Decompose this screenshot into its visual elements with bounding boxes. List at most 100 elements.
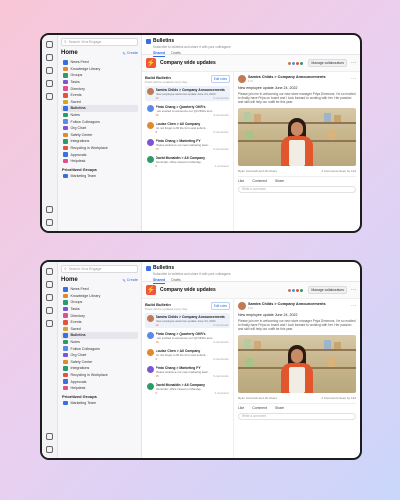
more-options-icon[interactable]: ···: [351, 287, 356, 293]
list-item[interactable]: Pinto Chang > Quarterly OKR's I am excite…: [145, 103, 230, 118]
avatar[interactable]: [299, 60, 305, 66]
sidebar-item-directory[interactable]: Directory: [61, 85, 138, 92]
settings-icon[interactable]: [46, 219, 53, 226]
group-item-marketing-team[interactable]: Marketing Team: [61, 400, 138, 407]
page-title: Bulletins: [153, 265, 175, 271]
app-window-top: ⚲ Search Viva Engage Home ✎ Create News F…: [40, 33, 362, 233]
group-item-marketing-team[interactable]: Marketing Team: [61, 173, 138, 180]
post-more-icon[interactable]: ···: [351, 303, 356, 309]
sidebar-item-groups[interactable]: Groups: [61, 299, 138, 306]
sidebar-item-org-chart[interactable]: Org Chart: [61, 125, 138, 132]
list-item[interactable]: Samira Childs > Company Announcements New…: [145, 86, 230, 101]
sidebar-item-notes[interactable]: Notes: [61, 112, 138, 119]
settings-icon[interactable]: [46, 446, 53, 453]
files-icon[interactable]: [46, 320, 53, 327]
sidebar-item-helpdesk[interactable]: Helpdesk: [61, 385, 138, 392]
post-meta: 6 1 comment: [156, 164, 229, 168]
sidebar-item-follow-colleagues[interactable]: Follow Colleagues: [61, 118, 138, 125]
create-button[interactable]: ✎ Create: [122, 51, 138, 56]
app-window-bottom: ⚲ Search Viva Engage Home ✎ Create News F…: [40, 260, 362, 460]
tab-shared[interactable]: Shared: [153, 51, 166, 57]
sidebar-item-events[interactable]: Events: [61, 319, 138, 326]
list-item[interactable]: Louise Chen > All Company Do not forget t…: [145, 347, 230, 362]
list-item[interactable]: David Munaldin > All Company Reminder: of…: [145, 154, 230, 169]
sidebar-item-saved[interactable]: Saved: [61, 99, 138, 106]
sidebar-item-follow-colleagues[interactable]: Follow Colleagues: [61, 345, 138, 352]
list-item[interactable]: David Munaldin > All Company Reminder: of…: [145, 381, 230, 396]
sidebar-item-recycling-in-workplace[interactable]: Recycling in Workplace: [61, 145, 138, 152]
manage-collaborators-button[interactable]: Manage collaborators: [308, 286, 347, 294]
files-icon[interactable]: [46, 93, 53, 100]
share-button[interactable]: Share: [275, 406, 284, 410]
sidebar-item-bulletins[interactable]: Bulletins: [61, 332, 138, 339]
sidebar-item-helpdesk[interactable]: Helpdesk: [61, 158, 138, 165]
chat-icon[interactable]: [46, 268, 53, 275]
share-button[interactable]: Share: [275, 179, 284, 183]
sidebar-item-events[interactable]: Events: [61, 92, 138, 99]
more-options-icon[interactable]: ···: [351, 60, 356, 66]
sidebar-item-bulletins[interactable]: Bulletins: [61, 105, 138, 112]
reaction-summary[interactable]: Ryan Cormack and 16 others: [238, 169, 277, 173]
sidebar-item-integrations[interactable]: Integrations: [61, 365, 138, 372]
edit-rules-button[interactable]: Edit rules: [210, 75, 230, 83]
sidebar-item-safety-center[interactable]: Safety Center: [61, 132, 138, 139]
bell-icon[interactable]: [46, 54, 53, 61]
search-input[interactable]: ⚲ Search Viva Engage: [61, 38, 138, 46]
sidebar-item-label: Follow Colleagues: [70, 346, 100, 351]
avatar[interactable]: [299, 287, 305, 293]
search-icon: ⚲: [64, 267, 67, 271]
comment-button[interactable]: Comment: [252, 179, 267, 183]
like-button[interactable]: Like: [238, 179, 244, 183]
reaction-summary[interactable]: Ryan Cormack and 16 others: [238, 396, 277, 400]
sidebar-item-safety-center[interactable]: Safety Center: [61, 359, 138, 366]
post-more-icon[interactable]: ···: [351, 76, 356, 82]
chat-icon[interactable]: [46, 41, 53, 48]
sidebar-item-tasks[interactable]: Tasks: [61, 306, 138, 313]
community-icon[interactable]: [46, 294, 53, 301]
edit-rules-button[interactable]: Edit rules: [210, 302, 230, 310]
create-button[interactable]: ✎ Create: [122, 278, 138, 283]
avatar[interactable]: [238, 302, 246, 310]
sidebar-item-directory[interactable]: Directory: [61, 312, 138, 319]
tab-drafts[interactable]: Drafts: [171, 51, 181, 57]
sidebar-item-org-chart[interactable]: Org Chart: [61, 352, 138, 359]
sidebar-item-saved[interactable]: Saved: [61, 326, 138, 333]
left-nav: ⚲ Search Viva Engage Home ✎ Create News F…: [58, 262, 142, 458]
list-item[interactable]: Pinto Chang > Marketing FY Please welcome…: [145, 364, 230, 379]
comment-input[interactable]: Write a comment: [238, 185, 356, 193]
list-item[interactable]: Pinto Chang > Marketing FY Please welcome…: [145, 137, 230, 152]
list-item[interactable]: Louise Chen > All Company Do not forget t…: [145, 120, 230, 135]
help-icon[interactable]: [46, 206, 53, 213]
list-item[interactable]: Pinto Chang > Quarterly OKR's I am excite…: [145, 330, 230, 345]
comment-button[interactable]: Comment: [252, 406, 267, 410]
sidebar-item-knowledge-library[interactable]: Knowledge Library: [61, 293, 138, 300]
help-icon[interactable]: [46, 433, 53, 440]
like-button[interactable]: Like: [238, 406, 244, 410]
sidebar-item-approvals[interactable]: Approvals: [61, 151, 138, 158]
comment-count: 3 comments: [213, 322, 229, 327]
sidebar-item-groups[interactable]: Groups: [61, 72, 138, 79]
sidebar-item-news-feed[interactable]: News Feed: [61, 59, 138, 66]
search-input[interactable]: ⚲ Search Viva Engage: [61, 265, 138, 273]
community-icon[interactable]: [46, 67, 53, 74]
avatar[interactable]: [238, 75, 246, 83]
sidebar-item-integrations[interactable]: Integrations: [61, 138, 138, 145]
bell-icon[interactable]: [46, 281, 53, 288]
detail-author[interactable]: Samira Childs > Company Announcements: [248, 302, 326, 306]
calendar-icon[interactable]: [46, 307, 53, 314]
manage-collaborators-button[interactable]: Manage collaborators: [308, 59, 347, 67]
sidebar-item-tasks[interactable]: Tasks: [61, 79, 138, 86]
comment-input[interactable]: Write a comment: [238, 412, 356, 420]
calendar-icon[interactable]: [46, 80, 53, 87]
detail-author[interactable]: Samira Childs > Company Announcements: [248, 75, 326, 79]
sidebar-item-approvals[interactable]: Approvals: [61, 378, 138, 385]
tab-shared[interactable]: Shared: [153, 278, 166, 284]
sidebar-item-knowledge-library[interactable]: Knowledge Library: [61, 66, 138, 73]
tab-drafts[interactable]: Drafts: [171, 278, 181, 284]
list-item[interactable]: Samira Childs > Company Announcements New…: [145, 313, 230, 328]
post-summary: Pinto Chang > Quarterly OKR's I am excite…: [156, 332, 229, 344]
sidebar-item-news-feed[interactable]: News Feed: [61, 286, 138, 293]
post-stats: 4 Comments Seen by 122: [321, 395, 356, 400]
sidebar-item-notes[interactable]: Notes: [61, 339, 138, 346]
sidebar-item-recycling-in-workplace[interactable]: Recycling in Workplace: [61, 372, 138, 379]
